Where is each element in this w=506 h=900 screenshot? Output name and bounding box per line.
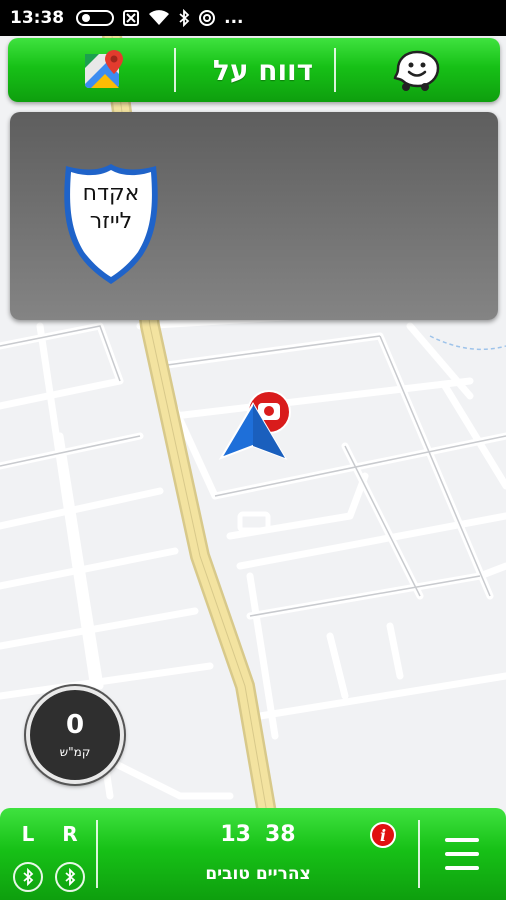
left-bluetooth-button[interactable] (13, 862, 43, 892)
google-maps-button[interactable] (48, 38, 158, 102)
bottom-bar-divider (96, 820, 98, 888)
menu-icon-line (445, 852, 479, 856)
cast-icon (198, 9, 216, 27)
report-title[interactable]: דווח על (184, 38, 342, 102)
menu-icon-line (445, 838, 479, 842)
status-bar: 13:38 ... (0, 0, 506, 36)
clock-minutes: 38 (265, 822, 296, 847)
alert-sign-line1: אקדח (82, 181, 140, 206)
wifi-icon (148, 9, 170, 27)
no-sim-icon (122, 9, 140, 27)
status-time: 13:38 (10, 8, 65, 28)
user-location-arrow-icon (218, 402, 288, 460)
top-bar: דווח על (8, 38, 500, 102)
clock: 13 38 (100, 822, 416, 847)
waze-icon (393, 50, 440, 91)
left-label: L (21, 822, 35, 846)
bluetooth-icon (23, 868, 34, 886)
info-icon[interactable]: i (370, 822, 396, 848)
speed-unit: קמ"ש (59, 745, 91, 759)
clock-hours: 13 (220, 822, 251, 847)
greeting-text: צהריים טובים (205, 864, 311, 884)
alert-sign-line2: לייזר (89, 209, 133, 234)
bluetooth-icon (65, 868, 76, 886)
right-bluetooth-button[interactable] (55, 862, 85, 892)
right-label: R (62, 822, 78, 846)
bluetooth-icon (178, 9, 190, 27)
alert-panel[interactable]: אקדח לייזר (10, 112, 498, 320)
speed-value: 0 (65, 710, 85, 740)
menu-icon-line (445, 866, 479, 870)
more-icon: ... (224, 8, 244, 28)
menu-button[interactable] (432, 832, 492, 876)
top-bar-divider (174, 48, 176, 92)
speedometer: 0 קמ"ש (26, 686, 124, 784)
bottom-bar-divider (418, 820, 420, 888)
alert-sign-text: אקדח לייזר (60, 180, 162, 236)
toggle-icon (76, 9, 115, 27)
bottom-bar: L R 13 38 צהריים טובים (0, 808, 506, 900)
waze-button[interactable] (362, 38, 472, 102)
google-maps-icon (85, 50, 123, 88)
top-bar-divider (334, 48, 336, 92)
